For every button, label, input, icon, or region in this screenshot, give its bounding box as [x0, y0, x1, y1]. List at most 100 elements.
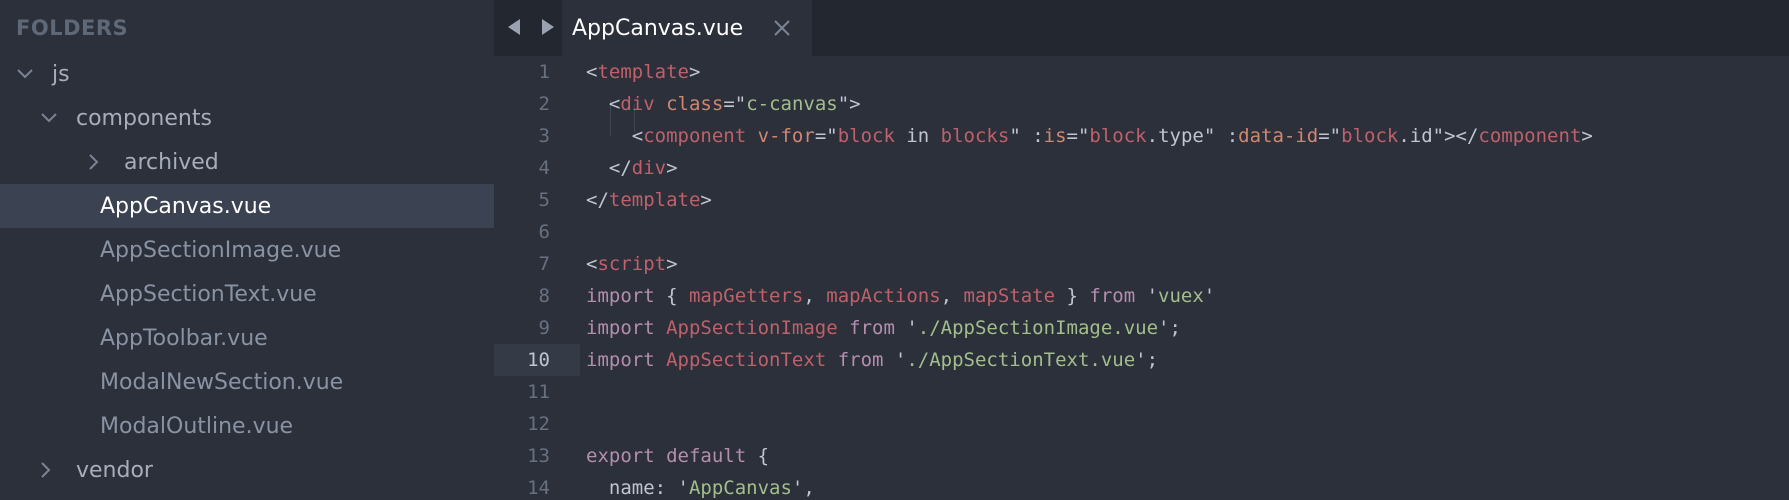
tab-title: AppCanvas.vue — [572, 15, 744, 41]
code-token: .type — [1146, 125, 1204, 147]
code-token: from — [837, 349, 884, 371]
folder-item[interactable]: vendor — [0, 448, 494, 492]
folder-item[interactable]: components — [0, 96, 494, 140]
code-token: > — [1581, 125, 1593, 147]
chevron-right-icon[interactable] — [88, 153, 108, 171]
tree-item-label: AppSectionImage.vue — [100, 237, 342, 263]
code-token: data-id — [1238, 125, 1319, 147]
code-token: " : — [1009, 125, 1044, 147]
code-token: component — [1478, 125, 1582, 147]
tree-item-label: js — [52, 61, 70, 87]
arrow-left-icon[interactable] — [504, 14, 524, 40]
code-token: component — [643, 125, 747, 147]
line-number: 10 — [527, 349, 550, 371]
code-token: =" — [1066, 125, 1090, 147]
code-token: import — [586, 349, 655, 371]
code-token: AppSectionImage — [666, 317, 838, 339]
code-area[interactable]: <template> <div class="c-canvas"> <compo… — [586, 56, 1786, 500]
close-icon[interactable] — [772, 18, 792, 38]
code-token: > — [688, 61, 701, 83]
code-line: name: 'AppCanvas', — [586, 472, 815, 500]
code-token: "> — [837, 93, 861, 115]
code-token: v-for — [757, 125, 815, 147]
line-number: 12 — [527, 413, 550, 435]
code-line: </div> — [586, 152, 678, 184]
code-token: "></ — [1432, 125, 1479, 147]
code-token: ./AppSectionImage.vue — [917, 317, 1159, 339]
code-token: } — [1055, 285, 1090, 307]
code-token: > — [666, 157, 678, 179]
code-token: is — [1043, 125, 1067, 147]
line-number: 6 — [538, 221, 550, 243]
file-item[interactable]: ModalOutline.vue — [0, 404, 494, 448]
folder-item[interactable]: archived — [0, 140, 494, 184]
code-token: default — [666, 445, 747, 467]
file-item[interactable]: ModalNewSection.vue — [0, 360, 494, 404]
code-token: ./AppSectionText.vue — [906, 349, 1136, 371]
tree-item-label: AppToolbar.vue — [100, 325, 268, 351]
line-number: 13 — [527, 445, 550, 467]
code-token: in — [894, 125, 941, 147]
code-token: =" — [1318, 125, 1342, 147]
code-token: mapState — [963, 285, 1056, 307]
code-token: '; — [1135, 349, 1159, 371]
file-item[interactable]: AppSectionText.vue — [0, 272, 494, 316]
code-token: ' — [1203, 285, 1216, 307]
tree-item-label: vendor — [76, 457, 153, 483]
nav-arrows — [504, 14, 558, 40]
line-number: 14 — [527, 477, 550, 499]
code-line: import { mapGetters, mapActions, mapStat… — [586, 280, 1215, 312]
code-token: template — [608, 189, 701, 211]
file-item[interactable]: AppCanvas.vue — [0, 184, 494, 228]
code-line: import AppSectionText from './AppSection… — [586, 344, 1158, 376]
code-token: ', — [791, 477, 815, 499]
chevron-right-icon[interactable] — [40, 461, 60, 479]
folder-item[interactable]: js — [0, 52, 494, 96]
code-token: template — [597, 61, 689, 83]
code-token: AppCanvas — [688, 477, 792, 499]
code-token: AppSectionText — [666, 349, 827, 371]
editor-pane: AppCanvas.vue 1 2 3 4 5 6 7 8 9 10 11 12 13 14 <templ… — [494, 0, 1789, 500]
code-token: =" — [723, 93, 747, 115]
line-number: 9 — [538, 317, 550, 339]
code-token: { — [746, 445, 770, 467]
tab-appcanvas[interactable]: AppCanvas.vue — [562, 0, 812, 56]
code-token: =" — [814, 125, 838, 147]
arrow-right-icon[interactable] — [538, 14, 558, 40]
code-token: ' — [894, 317, 918, 339]
chevron-down-icon[interactable] — [16, 68, 36, 80]
file-item[interactable]: AppToolbar.vue — [0, 316, 494, 360]
code-token: class — [666, 93, 724, 115]
code-token: mapActions — [826, 285, 941, 307]
chevron-down-icon[interactable] — [40, 112, 60, 124]
code-token: vuex — [1158, 285, 1204, 307]
line-number: 4 — [538, 157, 550, 179]
line-number: 1 — [538, 61, 550, 83]
code-token: block — [1089, 125, 1147, 147]
line-number-gutter: 1 2 3 4 5 6 7 8 9 10 11 12 13 14 — [494, 56, 580, 500]
code-token: " : — [1203, 125, 1239, 147]
code-token: ' — [1135, 285, 1159, 307]
line-number: 7 — [538, 253, 550, 275]
tree-item-label: AppSectionText.vue — [100, 281, 317, 307]
file-item[interactable]: AppSectionImage.vue — [0, 228, 494, 272]
code-token: name: ' — [586, 477, 689, 499]
line-number: 8 — [538, 285, 550, 307]
code-token: > — [666, 253, 678, 275]
sidebar: FOLDERS js components archived AppCanvas.vu… — [0, 0, 494, 500]
line-number: 3 — [538, 125, 550, 147]
code-line: <script> — [586, 248, 678, 280]
code-token: < — [586, 253, 598, 275]
code-token: script — [597, 253, 667, 275]
tab-bar: AppCanvas.vue — [494, 0, 1789, 56]
code-token: ' — [883, 349, 907, 371]
code-token: '; — [1158, 317, 1181, 339]
editor-window: FOLDERS js components archived AppCanvas.vu… — [0, 0, 1789, 500]
code-token: block — [1341, 125, 1399, 147]
code-token: import — [586, 317, 655, 339]
